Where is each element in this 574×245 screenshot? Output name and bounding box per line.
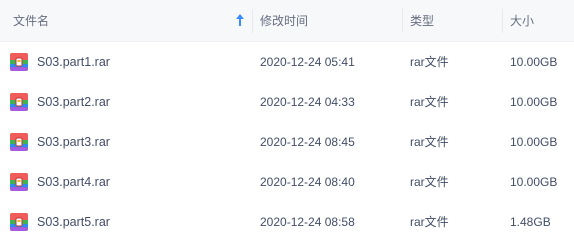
file-rows: S03.part1.rar 2020-12-24 05:41 rar文件 10.… bbox=[0, 42, 574, 242]
column-header-modified[interactable]: 修改时间 bbox=[252, 0, 402, 42]
column-header-modified-label: 修改时间 bbox=[260, 14, 309, 28]
sort-ascending-icon[interactable] bbox=[234, 0, 246, 42]
file-modified-time: 2020-12-24 05:41 bbox=[260, 55, 355, 69]
file-name[interactable]: S03.part3.rar bbox=[37, 122, 110, 162]
file-type: rar文件 bbox=[410, 175, 449, 189]
rar-archive-icon bbox=[9, 92, 29, 112]
file-name[interactable]: S03.part4.rar bbox=[37, 162, 110, 202]
column-header-size-label: 大小 bbox=[510, 14, 535, 28]
column-header-row: 文件名 修改时间 类型 大小 bbox=[0, 0, 574, 42]
file-row[interactable]: S03.part4.rar 2020-12-24 08:40 rar文件 10.… bbox=[0, 162, 574, 202]
file-modified-time: 2020-12-24 08:45 bbox=[260, 135, 355, 149]
rar-archive-icon bbox=[9, 52, 29, 72]
file-type: rar文件 bbox=[410, 135, 449, 149]
file-name[interactable]: S03.part2.rar bbox=[37, 82, 110, 122]
column-header-type-label: 类型 bbox=[410, 14, 435, 28]
column-header-name[interactable]: 文件名 bbox=[0, 0, 252, 42]
file-modified-time: 2020-12-24 08:40 bbox=[260, 175, 355, 189]
file-row[interactable]: S03.part2.rar 2020-12-24 04:33 rar文件 10.… bbox=[0, 82, 574, 122]
rar-archive-icon bbox=[9, 132, 29, 152]
file-type: rar文件 bbox=[410, 55, 449, 69]
file-list: 文件名 修改时间 类型 大小 S03.part1.rar 2020-12-24 … bbox=[0, 0, 574, 245]
file-size: 10.00GB bbox=[510, 55, 558, 69]
file-size: 10.00GB bbox=[510, 135, 558, 149]
file-modified-time: 2020-12-24 08:58 bbox=[260, 215, 355, 229]
file-type: rar文件 bbox=[410, 215, 449, 229]
file-name[interactable]: S03.part1.rar bbox=[37, 42, 110, 82]
rar-archive-icon bbox=[9, 212, 29, 232]
file-name[interactable]: S03.part5.rar bbox=[37, 202, 110, 242]
file-row[interactable]: S03.part5.rar 2020-12-24 08:58 rar文件 1.4… bbox=[0, 202, 574, 242]
file-modified-time: 2020-12-24 04:33 bbox=[260, 95, 355, 109]
column-header-size[interactable]: 大小 bbox=[502, 0, 574, 42]
file-size: 1.48GB bbox=[510, 215, 551, 229]
rar-archive-icon bbox=[9, 172, 29, 192]
file-row[interactable]: S03.part1.rar 2020-12-24 05:41 rar文件 10.… bbox=[0, 42, 574, 82]
file-row[interactable]: S03.part3.rar 2020-12-24 08:45 rar文件 10.… bbox=[0, 122, 574, 162]
column-header-type[interactable]: 类型 bbox=[402, 0, 502, 42]
file-type: rar文件 bbox=[410, 95, 449, 109]
column-header-name-label: 文件名 bbox=[13, 14, 50, 28]
file-size: 10.00GB bbox=[510, 175, 558, 189]
file-size: 10.00GB bbox=[510, 95, 558, 109]
